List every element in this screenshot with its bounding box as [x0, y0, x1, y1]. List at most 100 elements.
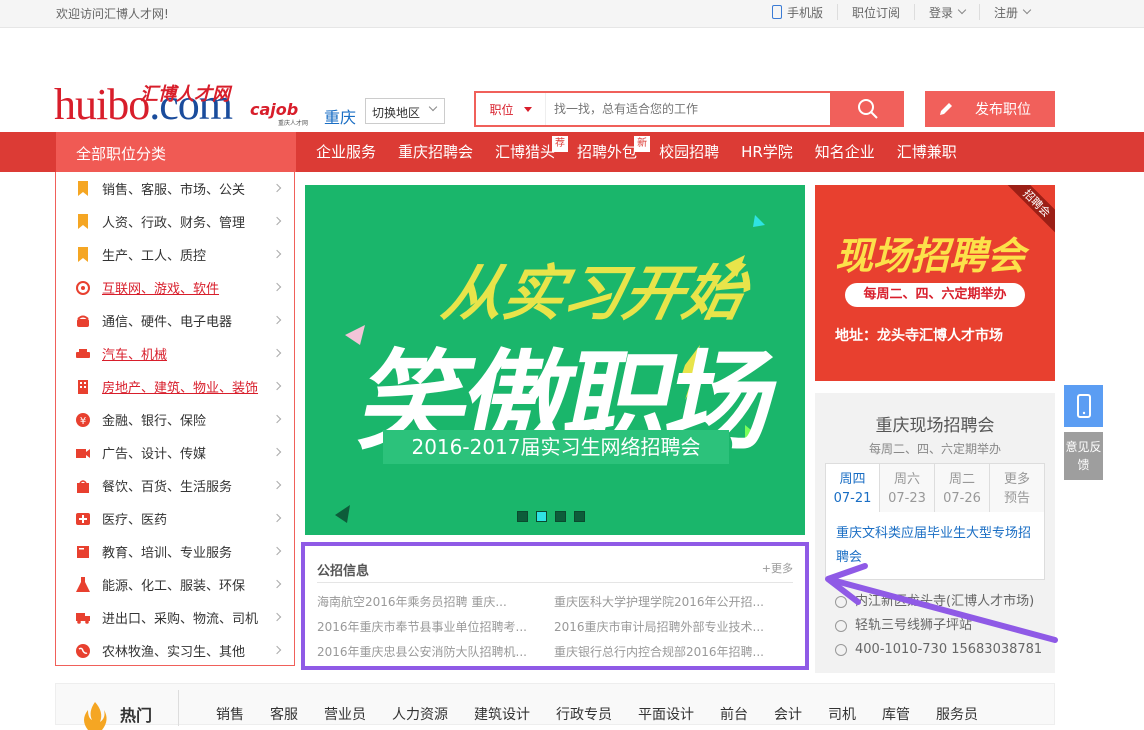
cajob-subtitle: 重庆人才网: [278, 120, 309, 127]
nav-item-job-fair[interactable]: 重庆招聘会: [387, 132, 484, 172]
nav-item-hr-academy[interactable]: HR学院: [730, 132, 804, 172]
sidebar-item-internet[interactable]: 互联网、游戏、软件: [56, 271, 294, 304]
hot-label: 热门: [120, 706, 153, 725]
chevron-right-icon: [272, 480, 282, 490]
feedback-button[interactable]: 意见反馈: [1064, 432, 1103, 480]
nav-item-enterprise-service[interactable]: 企业服务: [305, 132, 387, 172]
list-item[interactable]: 2016年重庆忠县公安消防大队招聘机...: [317, 644, 554, 661]
nav-item-outsourcing[interactable]: 招聘外包新: [566, 132, 651, 172]
pencil-icon: [940, 103, 952, 115]
more-link[interactable]: +更多: [762, 560, 793, 576]
chevron-down-icon: [957, 5, 967, 15]
sidebar-item-medical[interactable]: 医疗、医药: [56, 502, 294, 535]
car-icon: [76, 346, 90, 362]
cajob-logo[interactable]: cajob: [250, 100, 298, 119]
hot-keyword[interactable]: 库管: [882, 704, 910, 724]
job-fair-ad[interactable]: 招聘会 现场招聘会 每周二、四、六定期举办 地址：龙头寺汇博人才市场: [815, 185, 1055, 381]
search-category-select[interactable]: 职位: [476, 93, 546, 125]
sidebar-item-energy[interactable]: 能源、化工、服装、环保: [56, 568, 294, 601]
list-item[interactable]: 2016年重庆市奉节县事业单位招聘考...: [317, 619, 554, 636]
sidebar-item-education[interactable]: 教育、培训、专业服务: [56, 535, 294, 568]
sidebar-item-finance[interactable]: ¥ 金融、银行、保险: [56, 403, 294, 436]
mobile-phone-icon: [771, 5, 782, 19]
mobile-float-button[interactable]: [1064, 385, 1103, 427]
chevron-right-icon: [272, 183, 282, 193]
job-fair-panel-subtitle: 每周二、四、六定期举办: [868, 442, 1001, 456]
chevron-right-icon: [272, 513, 282, 523]
nav-item-famous-companies[interactable]: 知名企业: [804, 132, 886, 172]
pagination-dot[interactable]: [574, 511, 585, 522]
top-bar: 欢迎访问汇博人才网! 手机版 职位订阅 登录 注册: [0, 0, 1144, 28]
book-icon: [76, 544, 90, 560]
tab-date-0721[interactable]: 周四 07-21: [825, 463, 880, 513]
all-categories-tab[interactable]: 全部职位分类: [56, 132, 296, 172]
hot-keyword[interactable]: 司机: [828, 704, 856, 724]
sidebar-item-catering[interactable]: 餐饮、百货、生活服务: [56, 469, 294, 502]
nav-item-campus[interactable]: 校园招聘: [648, 132, 730, 172]
hot-keywords-bar: 热门 销售 客服 营业员 人力资源 建筑设计 行政专员 平面设计 前台 会计 司…: [55, 683, 1055, 730]
phone-icon: [76, 313, 90, 329]
mobile-label: 手机版: [786, 5, 823, 20]
sidebar-item-production[interactable]: 生产、工人、质控: [56, 238, 294, 271]
hot-keyword[interactable]: 会计: [774, 704, 802, 724]
search-button[interactable]: [832, 91, 904, 127]
subscribe-link[interactable]: 职位订阅: [836, 4, 914, 20]
hot-keyword[interactable]: 建筑设计: [474, 704, 530, 724]
sidebar-item-sales[interactable]: 销售、客服、市场、公关: [56, 172, 294, 205]
sidebar-item-auto[interactable]: 汽车、机械: [56, 337, 294, 370]
sidebar-item-real-estate[interactable]: 房地产、建筑、物业、装饰: [56, 370, 294, 403]
chevron-right-icon: [272, 315, 282, 325]
top-links: 手机版 职位订阅 登录 注册: [758, 4, 1044, 20]
search-input[interactable]: [546, 93, 830, 125]
list-item[interactable]: 2016重庆市审计局招聘外部专业技术...: [554, 619, 791, 636]
sidebar-item-agriculture[interactable]: 农林牧渔、实习生、其他: [56, 634, 294, 667]
chevron-right-icon: [272, 381, 282, 391]
dropdown-triangle-icon: [523, 106, 532, 112]
job-fair-ad-address: 地址：龙头寺汇博人才市场: [835, 328, 1003, 344]
tab-date-0723[interactable]: 周六 07-23: [880, 463, 935, 513]
truck-icon: [76, 610, 90, 626]
logo-chinese-name: 汇博人才网: [140, 84, 230, 105]
welcome-text: 欢迎访问汇博人才网!: [56, 7, 169, 21]
list-item[interactable]: 重庆医科大学护理学院2016年公开招...: [554, 594, 791, 611]
hot-keyword[interactable]: 前台: [720, 704, 748, 724]
login-link[interactable]: 登录: [913, 4, 979, 20]
sidebar-item-logistics[interactable]: 进出口、采购、物流、司机: [56, 601, 294, 634]
pagination-dot-active[interactable]: [536, 511, 547, 522]
chevron-right-icon: [272, 216, 282, 226]
main-banner[interactable]: 从实习开始 笑傲职场 2016-2017届实习生网络招聘会: [305, 185, 805, 535]
hot-keyword[interactable]: 平面设计: [638, 704, 694, 724]
pagination-dot[interactable]: [517, 511, 528, 522]
fire-icon: [84, 702, 107, 730]
public-recruitment-list: 海南航空2016年乘务员招聘 重庆... 重庆医科大学护理学院2016年公开招.…: [317, 594, 787, 661]
publish-job-button[interactable]: 发布职位: [925, 91, 1055, 127]
list-item[interactable]: 海南航空2016年乘务员招聘 重庆...: [317, 594, 554, 611]
job-fair-date-tabs: 周四 07-21 周六 07-23 周二 07-26 更多 预告: [825, 463, 1045, 513]
switch-region-select[interactable]: 切换地区: [365, 98, 445, 124]
yen-icon: ¥: [76, 412, 90, 428]
chevron-right-icon: [272, 612, 282, 622]
sidebar-item-advertising[interactable]: 广告、设计、传媒: [56, 436, 294, 469]
banner-pagination: [517, 511, 585, 522]
mobile-link[interactable]: 手机版: [758, 4, 837, 20]
nav-item-part-time[interactable]: 汇博兼职: [886, 132, 968, 172]
hot-keyword[interactable]: 行政专员: [556, 704, 612, 724]
hot-keyword[interactable]: 服务员: [936, 704, 978, 724]
register-link[interactable]: 注册: [978, 4, 1044, 20]
sidebar-item-telecom[interactable]: 通信、硬件、电子电器: [56, 304, 294, 337]
sidebar-item-hr-admin[interactable]: 人资、行政、财务、管理: [56, 205, 294, 238]
tab-more-preview[interactable]: 更多 预告: [990, 463, 1045, 513]
search-category-label: 职位: [489, 102, 514, 117]
hot-keyword[interactable]: 人力资源: [392, 704, 448, 724]
hot-keyword[interactable]: 销售: [216, 704, 244, 724]
divider: [317, 582, 793, 583]
hot-keyword[interactable]: 客服: [270, 704, 298, 724]
nav-item-headhunter[interactable]: 汇博猎头荐: [484, 132, 569, 172]
tab-date-0726[interactable]: 周二 07-26: [935, 463, 990, 513]
internet-icon: [76, 280, 90, 296]
hot-keyword[interactable]: 营业员: [324, 704, 366, 724]
divider: [178, 690, 179, 726]
bookmark-icon: [76, 247, 90, 263]
pagination-dot[interactable]: [555, 511, 566, 522]
list-item[interactable]: 重庆银行总行内控合规部2016年招聘...: [554, 644, 791, 661]
